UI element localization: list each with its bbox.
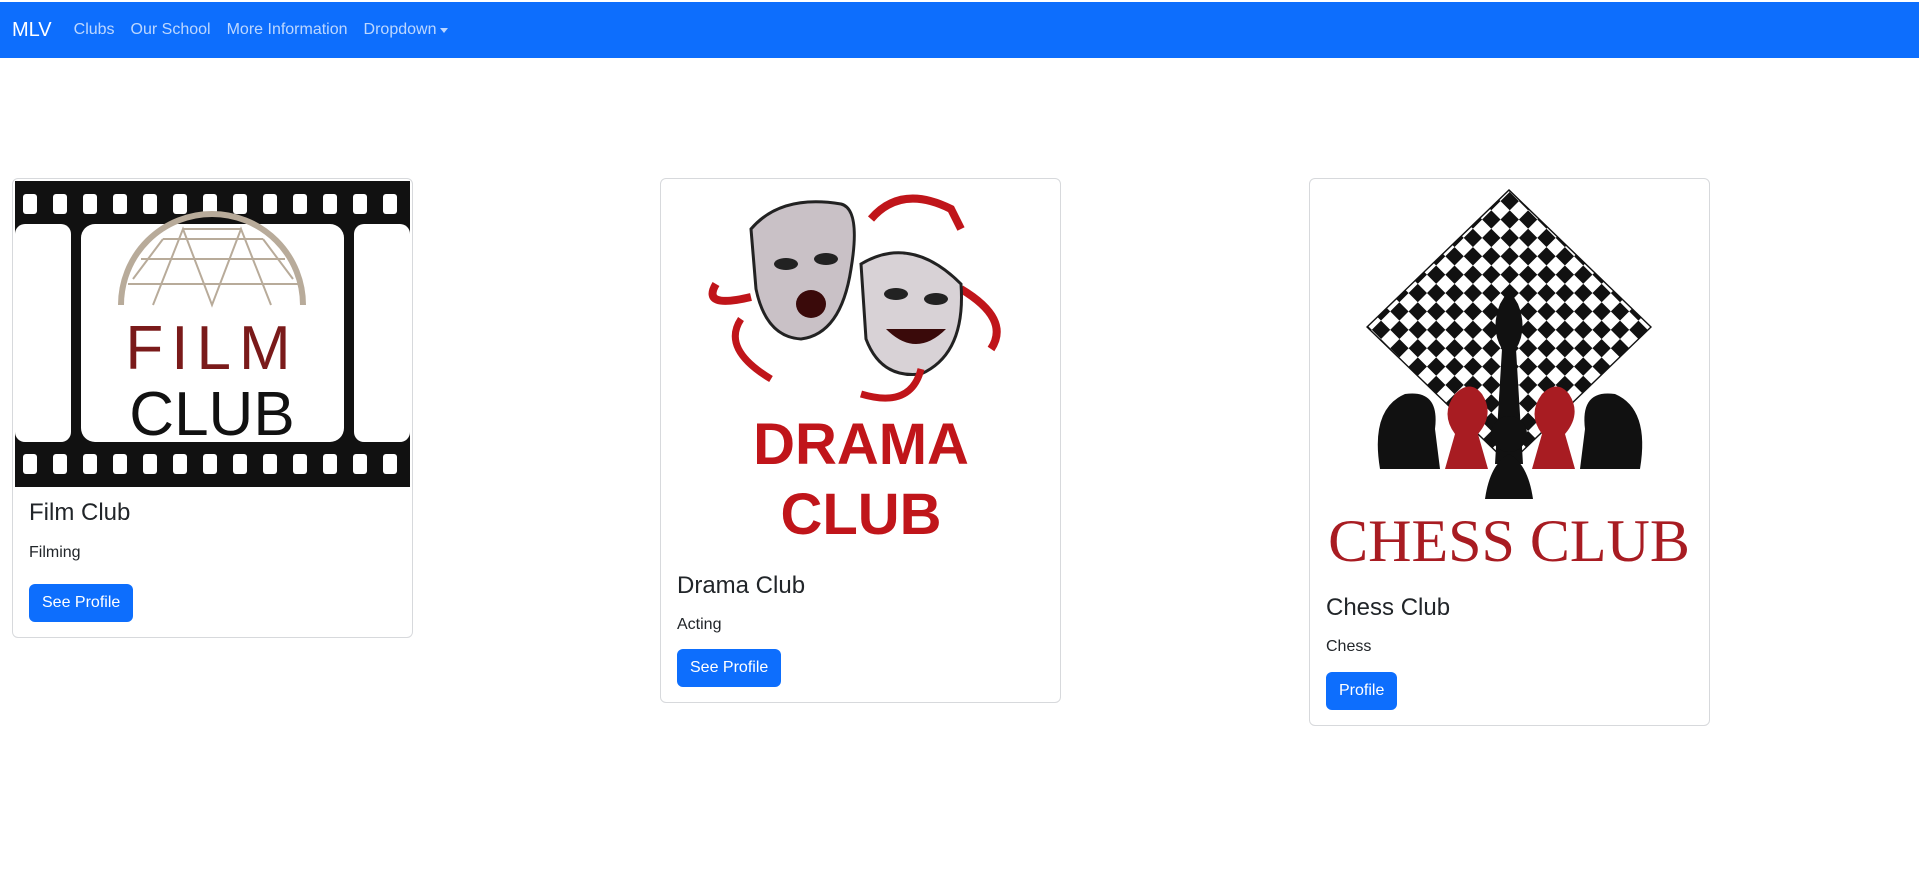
drama-club-logo: DRAMA CLUB [708, 194, 1001, 547]
drama-logo-word-2: CLUB [780, 482, 941, 547]
card-title-film: Film Club [29, 499, 131, 526]
brand-logo[interactable]: MLV [12, 19, 52, 42]
navbar: MLV Clubs Our School More Information Dr… [0, 2, 1919, 58]
club-card-film: FILM CLUB Film Club Filming See Profile [12, 178, 413, 638]
club-card-chess: CHESS CLUB Chess Club Chess Profile [1309, 178, 1710, 726]
see-profile-button-film[interactable]: See Profile [29, 584, 134, 622]
chess-logo-text: CHESS CLUB [1328, 508, 1690, 574]
card-title-chess: Chess Club [1326, 594, 1451, 621]
nav-dropdown-label: Dropdown [363, 21, 437, 38]
nav-link-our-school[interactable]: Our School [131, 21, 211, 39]
card-title-drama: Drama Club [677, 572, 806, 599]
nav-link-more-information[interactable]: More Information [227, 21, 348, 39]
profile-button-chess[interactable]: Profile [1326, 672, 1398, 710]
film-logo-word-1: FILM [125, 314, 298, 383]
card-text-drama: Acting [677, 616, 722, 633]
see-profile-button-drama[interactable]: See Profile [677, 649, 782, 687]
drama-logo-word-1: DRAMA [753, 412, 969, 477]
nav-link-clubs[interactable]: Clubs [74, 21, 115, 39]
card-text-chess: Chess [1326, 638, 1372, 655]
club-card-drama: DRAMA CLUB Drama Club Acting See Profile [660, 178, 1061, 703]
nav-dropdown[interactable]: Dropdown [364, 21, 449, 39]
chess-club-logo: CHESS CLUB [1328, 189, 1690, 574]
card-text-film: Filming [29, 544, 81, 561]
film-logo-word-2: CLUB [129, 380, 294, 449]
film-club-logo: FILM CLUB [15, 181, 410, 487]
chevron-down-icon [440, 27, 449, 33]
